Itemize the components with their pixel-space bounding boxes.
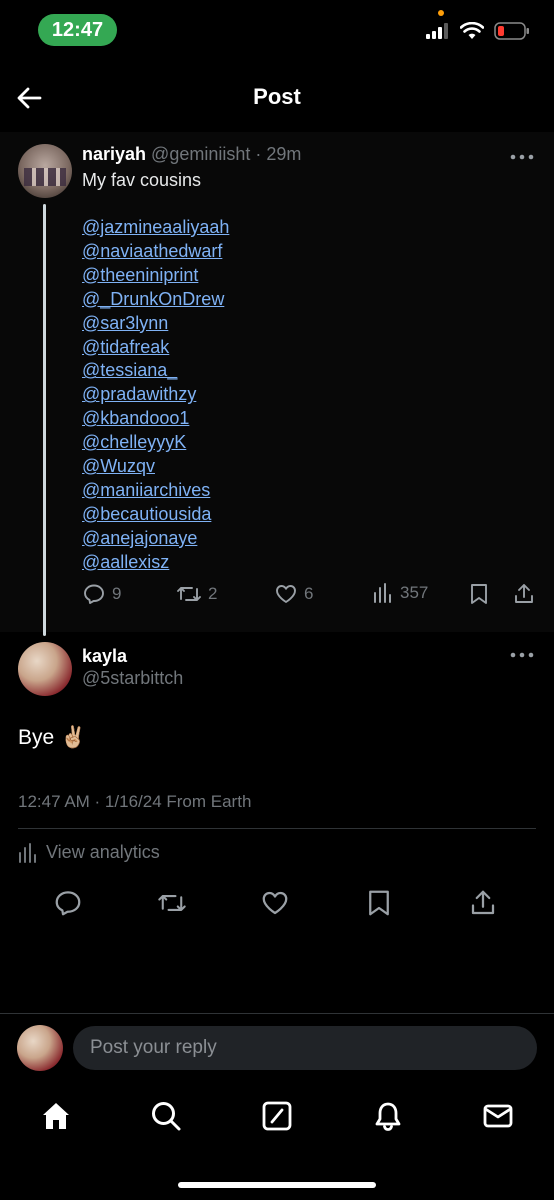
cellular-signal-icon bbox=[426, 23, 450, 39]
mention-link[interactable]: @chelleyyyK bbox=[82, 431, 229, 455]
mention-link[interactable]: @_DrunkOnDrew bbox=[82, 288, 229, 312]
like-count: 6 bbox=[304, 584, 314, 603]
search-icon bbox=[152, 1102, 181, 1131]
repost-count: 2 bbox=[208, 584, 218, 603]
speech-bubble-icon bbox=[55, 891, 81, 916]
mention-link[interactable]: @maniiarchives bbox=[82, 479, 229, 503]
parent-post[interactable]: nariyah @geminiisht · 29m My fav cousins… bbox=[0, 132, 554, 636]
share-icon bbox=[471, 890, 495, 915]
reply-input[interactable] bbox=[73, 1026, 537, 1070]
thread-connector bbox=[43, 204, 46, 636]
page-title: Post bbox=[253, 84, 301, 109]
home-indicator bbox=[178, 1182, 376, 1188]
mention-link[interactable]: @tessiana_ bbox=[82, 359, 229, 383]
bar-chart-icon bbox=[374, 583, 391, 603]
mention-link[interactable]: @sar3lynn bbox=[82, 312, 229, 336]
repost-icon bbox=[158, 895, 186, 911]
reply-button[interactable] bbox=[53, 888, 83, 918]
repost-button[interactable] bbox=[157, 888, 187, 918]
mention-link[interactable]: @naviaathedwarf bbox=[82, 240, 229, 264]
mention-link[interactable]: @jazmineaaliyaah bbox=[82, 216, 229, 240]
author-name[interactable]: nariyah bbox=[82, 144, 146, 164]
top-nav: Post bbox=[0, 68, 554, 130]
view-count: 357 bbox=[400, 583, 429, 602]
home-icon bbox=[43, 1103, 69, 1129]
post-actions bbox=[0, 888, 554, 918]
share-button[interactable] bbox=[512, 582, 536, 606]
view-analytics-link[interactable]: View analytics bbox=[18, 842, 160, 863]
tab-home[interactable] bbox=[40, 1100, 72, 1132]
share-button[interactable] bbox=[468, 888, 498, 918]
like-button[interactable]: 6 bbox=[274, 582, 313, 606]
mention-link[interactable]: @anejajonaye bbox=[82, 527, 229, 551]
mention-link[interactable]: @becautiousida bbox=[82, 503, 229, 527]
tab-grok[interactable] bbox=[261, 1100, 293, 1132]
bar-chart-icon bbox=[19, 842, 36, 863]
views-button[interactable]: 357 bbox=[372, 582, 428, 604]
bookmark-icon bbox=[471, 584, 487, 604]
repost-button[interactable]: 2 bbox=[176, 582, 217, 606]
wifi-icon bbox=[460, 22, 484, 40]
mention-list: @jazmineaaliyaah @naviaathedwarf @theeni… bbox=[82, 216, 229, 575]
mention-link[interactable]: @aallexisz bbox=[82, 551, 229, 575]
post-timestamp: 12:47 AM · 1/16/24 From Earth bbox=[18, 792, 252, 811]
tab-messages[interactable] bbox=[482, 1100, 514, 1132]
bell-icon bbox=[375, 1102, 401, 1131]
status-icons bbox=[426, 22, 530, 40]
post-actions: 9 2 6 357 bbox=[82, 582, 542, 606]
bottom-tab-bar bbox=[0, 1092, 554, 1142]
reply-button[interactable]: 9 bbox=[82, 582, 121, 606]
grok-icon bbox=[262, 1101, 292, 1131]
post-header: nariyah @geminiisht · 29m bbox=[82, 144, 301, 165]
author-name[interactable]: kayla bbox=[82, 646, 127, 667]
post-text: Bye ✌🏼 bbox=[18, 726, 87, 749]
mention-link[interactable]: @pradawithzy bbox=[82, 383, 229, 407]
repost-icon bbox=[177, 587, 201, 601]
bookmark-button[interactable] bbox=[364, 888, 394, 918]
bookmark-icon bbox=[369, 890, 389, 916]
status-time: 12:47 bbox=[38, 14, 117, 46]
speech-bubble-icon bbox=[84, 584, 104, 604]
author-handle[interactable]: @5starbittch bbox=[82, 668, 183, 689]
heart-icon bbox=[262, 891, 288, 915]
avatar[interactable] bbox=[18, 642, 72, 696]
more-options-button[interactable] bbox=[510, 650, 534, 660]
divider bbox=[18, 828, 536, 829]
privacy-indicator-dot bbox=[438, 10, 444, 16]
mention-link[interactable]: @Wuzqv bbox=[82, 455, 229, 479]
more-options-button[interactable] bbox=[510, 152, 534, 162]
mention-link[interactable]: @tidafreak bbox=[82, 336, 229, 360]
tab-search[interactable] bbox=[150, 1100, 182, 1132]
like-button[interactable] bbox=[260, 888, 290, 918]
battery-low-icon bbox=[494, 22, 530, 40]
composer-divider bbox=[0, 1013, 554, 1014]
mention-link[interactable]: @theeniniprint bbox=[82, 264, 229, 288]
mail-icon bbox=[483, 1104, 513, 1128]
composer-avatar bbox=[17, 1025, 63, 1071]
more-horizontal-icon bbox=[510, 652, 534, 658]
author-handle-time: @geminiisht · 29m bbox=[151, 144, 302, 164]
mention-link[interactable]: @kbandooo1 bbox=[82, 407, 229, 431]
post-text: My fav cousins bbox=[82, 170, 202, 190]
bookmark-button[interactable] bbox=[468, 582, 490, 606]
analytics-label: View analytics bbox=[46, 842, 160, 862]
tab-notifications[interactable] bbox=[372, 1100, 404, 1132]
status-bar: 12:47 bbox=[0, 0, 554, 60]
avatar[interactable] bbox=[18, 144, 72, 198]
more-horizontal-icon bbox=[510, 154, 534, 160]
reply-count: 9 bbox=[112, 584, 122, 603]
share-icon bbox=[515, 584, 533, 603]
heart-icon bbox=[276, 585, 296, 603]
